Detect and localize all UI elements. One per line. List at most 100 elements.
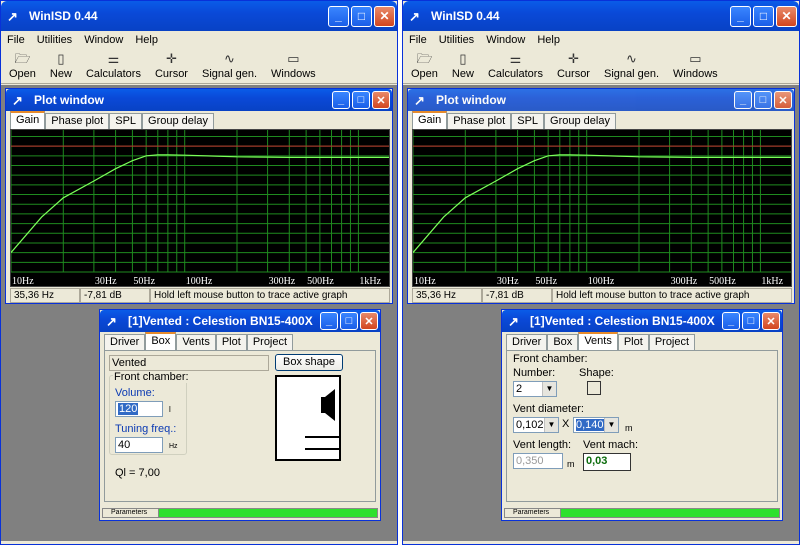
close-button[interactable]: ✕ — [360, 312, 378, 330]
menu-utilities[interactable]: Utilities — [439, 34, 474, 46]
ql-text: Ql = 7,00 — [115, 467, 160, 479]
tab-phase-plot[interactable]: Phase plot — [45, 113, 110, 129]
app-window-right: ↗ WinISD 0.44 _ □ ✕ File Utilities Windo… — [402, 0, 800, 545]
crosshair-icon: ✛ — [166, 51, 177, 66]
menu-file[interactable]: File — [7, 34, 25, 46]
progress-fill — [561, 509, 779, 517]
diameter-2-value: 0,140 — [576, 419, 604, 431]
gain-chart[interactable]: 10Hz 30Hz 50Hz 100Hz 300Hz 500Hz 1kHz — [413, 130, 791, 286]
maximize-button[interactable]: □ — [742, 312, 760, 330]
open-button[interactable]: 🗁 Open — [411, 52, 438, 81]
maximize-button[interactable]: □ — [754, 91, 772, 109]
gain-chart[interactable]: 10Hz 30Hz 50Hz 100Hz 300Hz 500Hz 1kHz — [11, 130, 389, 286]
open-label: Open — [411, 68, 438, 80]
minimize-button[interactable]: _ — [722, 312, 740, 330]
x-tick-label: 300Hz — [671, 276, 698, 286]
chevron-down-icon[interactable]: ▼ — [544, 418, 558, 432]
tab-gain[interactable]: Gain — [10, 111, 46, 129]
x-tick-label: 30Hz — [497, 276, 519, 286]
tab-spl[interactable]: SPL — [109, 113, 143, 129]
menu-window[interactable]: Window — [486, 34, 525, 46]
minimize-button[interactable]: _ — [734, 91, 752, 109]
calculators-button[interactable]: ⚌ Calculators — [487, 52, 543, 81]
calculators-label: Calculators — [487, 68, 543, 80]
new-button[interactable]: ▯ New — [50, 51, 72, 81]
minimize-button[interactable]: _ — [332, 91, 350, 109]
plot-window-titlebar[interactable]: ↗ Plot window _ □ ✕ — [408, 89, 794, 111]
minimize-button[interactable]: _ — [730, 5, 751, 27]
maximize-button[interactable]: □ — [340, 312, 358, 330]
tab-box[interactable]: Box — [145, 332, 177, 350]
number-select[interactable]: 2 ▼ — [513, 381, 557, 397]
new-button[interactable]: ▯ New — [452, 52, 474, 81]
vent-mach-label: Vent mach: — [583, 439, 639, 451]
tab-vents[interactable]: Vents — [176, 334, 216, 350]
cursor-button[interactable]: ✛ Cursor — [557, 52, 590, 81]
new-document-icon: ▯ — [57, 51, 65, 66]
minimize-button[interactable]: _ — [320, 312, 338, 330]
signal-gen-button[interactable]: ∿ Signal gen. — [603, 51, 660, 81]
signal-gen-button[interactable]: ∿ Signal gen. — [202, 52, 257, 81]
maximize-button[interactable]: □ — [351, 5, 372, 27]
project-dialog: ↗ [1]Vented : Celestion BN15-400X _ □ ✕ … — [501, 309, 783, 521]
box-shape-button[interactable]: Box shape — [275, 354, 343, 371]
menu-file[interactable]: File — [409, 34, 427, 46]
maximize-button[interactable]: □ — [352, 91, 370, 109]
close-button[interactable]: ✕ — [774, 91, 792, 109]
app-titlebar[interactable]: ↗ WinISD 0.44 _ □ ✕ — [403, 1, 799, 31]
menu-utilities[interactable]: Utilities — [37, 34, 72, 46]
volume-input[interactable]: 120 — [115, 401, 163, 417]
tab-gain[interactable]: Gain — [412, 111, 448, 129]
maximize-button[interactable]: □ — [753, 5, 774, 27]
diameter-unit: m — [625, 423, 633, 433]
windows-icon: ▭ — [287, 51, 300, 66]
dialog-titlebar[interactable]: ↗ [1]Vented : Celestion BN15-400X _ □ ✕ — [502, 310, 782, 332]
gain-graph[interactable]: 10Hz 30Hz 50Hz 100Hz 300Hz 500Hz 1kHz — [412, 129, 792, 287]
minimize-button[interactable]: _ — [328, 5, 349, 27]
tuning-freq-label: Tuning freq.: — [115, 423, 177, 435]
gain-graph[interactable]: 10Hz 30Hz 50Hz 100Hz 300Hz 500Hz 1kHz — [10, 129, 390, 287]
open-button[interactable]: 🗁 Open — [9, 52, 36, 81]
close-button[interactable]: ✕ — [372, 91, 390, 109]
app-titlebar[interactable]: ↗ WinISD 0.44 _ □ ✕ — [1, 1, 397, 31]
box-panel: Vented Box shape Front chamber: Volume: … — [104, 350, 376, 502]
windows-button[interactable]: ▭ Windows — [271, 51, 316, 81]
tab-plot[interactable]: Plot — [215, 334, 247, 350]
tab-group-delay[interactable]: Group delay — [544, 113, 616, 129]
menu-window[interactable]: Window — [84, 34, 123, 46]
chevron-down-icon[interactable]: ▼ — [542, 382, 556, 396]
calculators-button[interactable]: ⚌ Calculators — [86, 52, 141, 81]
tab-plot[interactable]: Plot — [617, 334, 649, 350]
close-button[interactable]: ✕ — [374, 5, 395, 27]
tab-project[interactable]: Project — [246, 334, 294, 350]
tab-driver[interactable]: Driver — [104, 334, 146, 350]
signal-gen-label: Signal gen. — [603, 68, 660, 80]
mdi-workspace: ↗ Plot window _ □ ✕ Gain Phase plot SPL … — [403, 85, 799, 541]
chevron-down-icon[interactable]: ▼ — [604, 418, 618, 432]
shape-selector[interactable] — [587, 381, 601, 395]
vent-diameter-select-2[interactable]: 0,140 ▼ — [573, 417, 619, 433]
menu-help[interactable]: Help — [537, 34, 560, 46]
tuning-freq-input[interactable]: 40 — [115, 437, 163, 453]
cursor-button[interactable]: ✛ Cursor — [155, 51, 188, 81]
tab-spl[interactable]: SPL — [511, 113, 545, 129]
close-button[interactable]: ✕ — [776, 5, 797, 27]
dialog-titlebar[interactable]: ↗ [1]Vented : Celestion BN15-400X _ □ ✕ — [100, 310, 380, 332]
windows-button[interactable]: ▭ Windows — [673, 52, 718, 81]
tab-group-delay[interactable]: Group delay — [142, 113, 214, 129]
plot-tabs: Gain Phase plot SPL Group delay — [408, 111, 794, 129]
open-label: Open — [9, 68, 36, 80]
toolbar: 🗁 Open ▯ New ⚌ Calculators ✛ Cursor ∿ Signal … — [1, 48, 397, 84]
close-button[interactable]: ✕ — [762, 312, 780, 330]
tab-project[interactable]: Project — [648, 334, 696, 350]
diameter-1-value: 0,102 — [516, 419, 544, 431]
parameters-progress: Parameters — [102, 508, 378, 518]
tab-box[interactable]: Box — [547, 334, 579, 350]
menu-help[interactable]: Help — [135, 34, 158, 46]
tab-phase-plot[interactable]: Phase plot — [447, 113, 512, 129]
tab-driver[interactable]: Driver — [506, 334, 548, 350]
signal-generator-icon: ∿ — [626, 51, 637, 66]
tab-vents[interactable]: Vents — [578, 332, 618, 350]
plot-window-titlebar[interactable]: ↗ Plot window _ □ ✕ — [6, 89, 392, 111]
vent-diameter-select-1[interactable]: 0,102 ▼ — [513, 417, 559, 433]
